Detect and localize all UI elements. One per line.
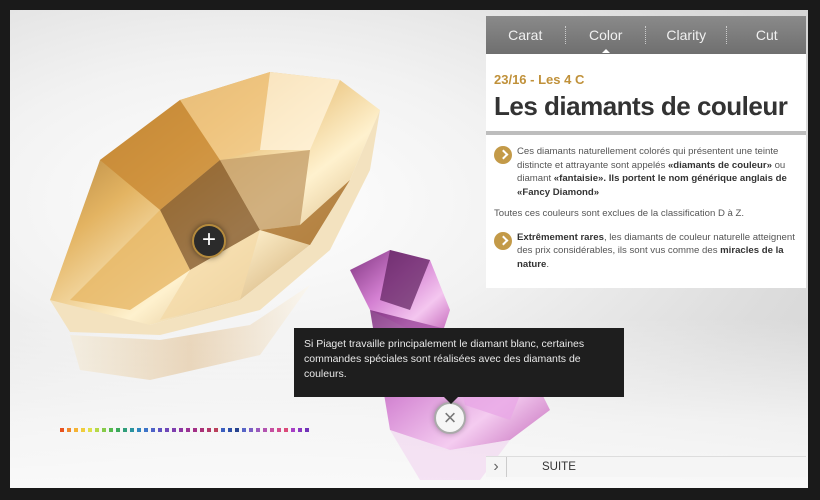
color-swatch xyxy=(102,428,106,432)
info-tooltip: Si Piaget travaille principalement le di… xyxy=(294,328,624,404)
text-fragment: . xyxy=(546,258,549,270)
suite-label: SUITE xyxy=(542,461,576,473)
color-swatch xyxy=(81,428,85,432)
tab-cut[interactable]: Cut xyxy=(728,27,807,43)
close-tooltip-button[interactable]: × xyxy=(434,402,466,434)
color-swatch xyxy=(165,428,169,432)
color-swatch xyxy=(277,428,281,432)
color-swatch xyxy=(67,428,71,432)
paragraph-text: Extrêmement rares, les diamants de coule… xyxy=(517,231,798,272)
color-swatch xyxy=(116,428,120,432)
color-swatch xyxy=(144,428,148,432)
color-swatch xyxy=(172,428,176,432)
text-bold: Extrêmement rares xyxy=(517,231,604,243)
paragraph-colored-diamonds: Ces diamants naturellement colorés qui p… xyxy=(494,145,798,199)
title-divider xyxy=(486,131,806,135)
color-swatch xyxy=(270,428,274,432)
zoom-plus-button[interactable]: + xyxy=(192,224,226,258)
color-swatch xyxy=(200,428,204,432)
panel-body: Ces diamants naturellement colorés qui p… xyxy=(486,145,806,271)
color-swatch xyxy=(263,428,267,432)
info-panel: Carat Color Clarity Cut 23/16 - Les 4 C … xyxy=(486,16,806,288)
page-title: Les diamants de couleur xyxy=(494,91,788,121)
color-swatch xyxy=(284,428,288,432)
viewer-stage: + × Si Piaget travaille principalement l… xyxy=(10,10,808,488)
color-swatch xyxy=(298,428,302,432)
tab-color[interactable]: Color xyxy=(567,27,646,53)
color-swatch xyxy=(291,428,295,432)
color-swatch xyxy=(186,428,190,432)
chevron-right-icon xyxy=(494,231,512,250)
color-swatch xyxy=(130,428,134,432)
color-swatch xyxy=(88,428,92,432)
suite-button[interactable]: › SUITE xyxy=(486,456,806,477)
color-swatch xyxy=(305,428,309,432)
color-swatch xyxy=(109,428,113,432)
color-swatch xyxy=(242,428,246,432)
color-scale xyxy=(60,428,309,432)
tab-bar: Carat Color Clarity Cut xyxy=(486,16,806,54)
text-bold: «diamants de couleur» xyxy=(667,159,772,171)
color-swatch xyxy=(137,428,141,432)
tab-carat[interactable]: Carat xyxy=(486,27,565,43)
color-swatch xyxy=(235,428,239,432)
color-swatch xyxy=(256,428,260,432)
chevron-right-icon: › xyxy=(493,458,499,475)
paragraph-text: Ces diamants naturellement colorés qui p… xyxy=(517,145,798,199)
color-swatch xyxy=(95,428,99,432)
color-swatch xyxy=(179,428,183,432)
color-swatch xyxy=(60,428,64,432)
tab-clarity[interactable]: Clarity xyxy=(647,27,726,43)
tooltip-text: Si Piaget travaille principalement le di… xyxy=(304,338,585,380)
paragraph-rarity: Extrêmement rares, les diamants de coule… xyxy=(494,231,798,272)
color-swatch xyxy=(249,428,253,432)
color-swatch xyxy=(207,428,211,432)
color-swatch xyxy=(151,428,155,432)
text-bold: «fantaisie» xyxy=(553,173,604,184)
suite-divider xyxy=(506,457,507,477)
section-subtitle: 23/16 - Les 4 C xyxy=(494,72,585,87)
color-swatch xyxy=(193,428,197,432)
color-swatch xyxy=(221,428,225,432)
color-swatch xyxy=(74,428,78,432)
chevron-right-icon xyxy=(494,146,512,164)
color-swatch xyxy=(214,428,218,432)
color-swatch xyxy=(158,428,162,432)
color-swatch xyxy=(123,428,127,432)
color-swatch xyxy=(228,428,232,432)
paragraph-classification: Toutes ces couleurs sont exclues de la c… xyxy=(494,208,745,219)
